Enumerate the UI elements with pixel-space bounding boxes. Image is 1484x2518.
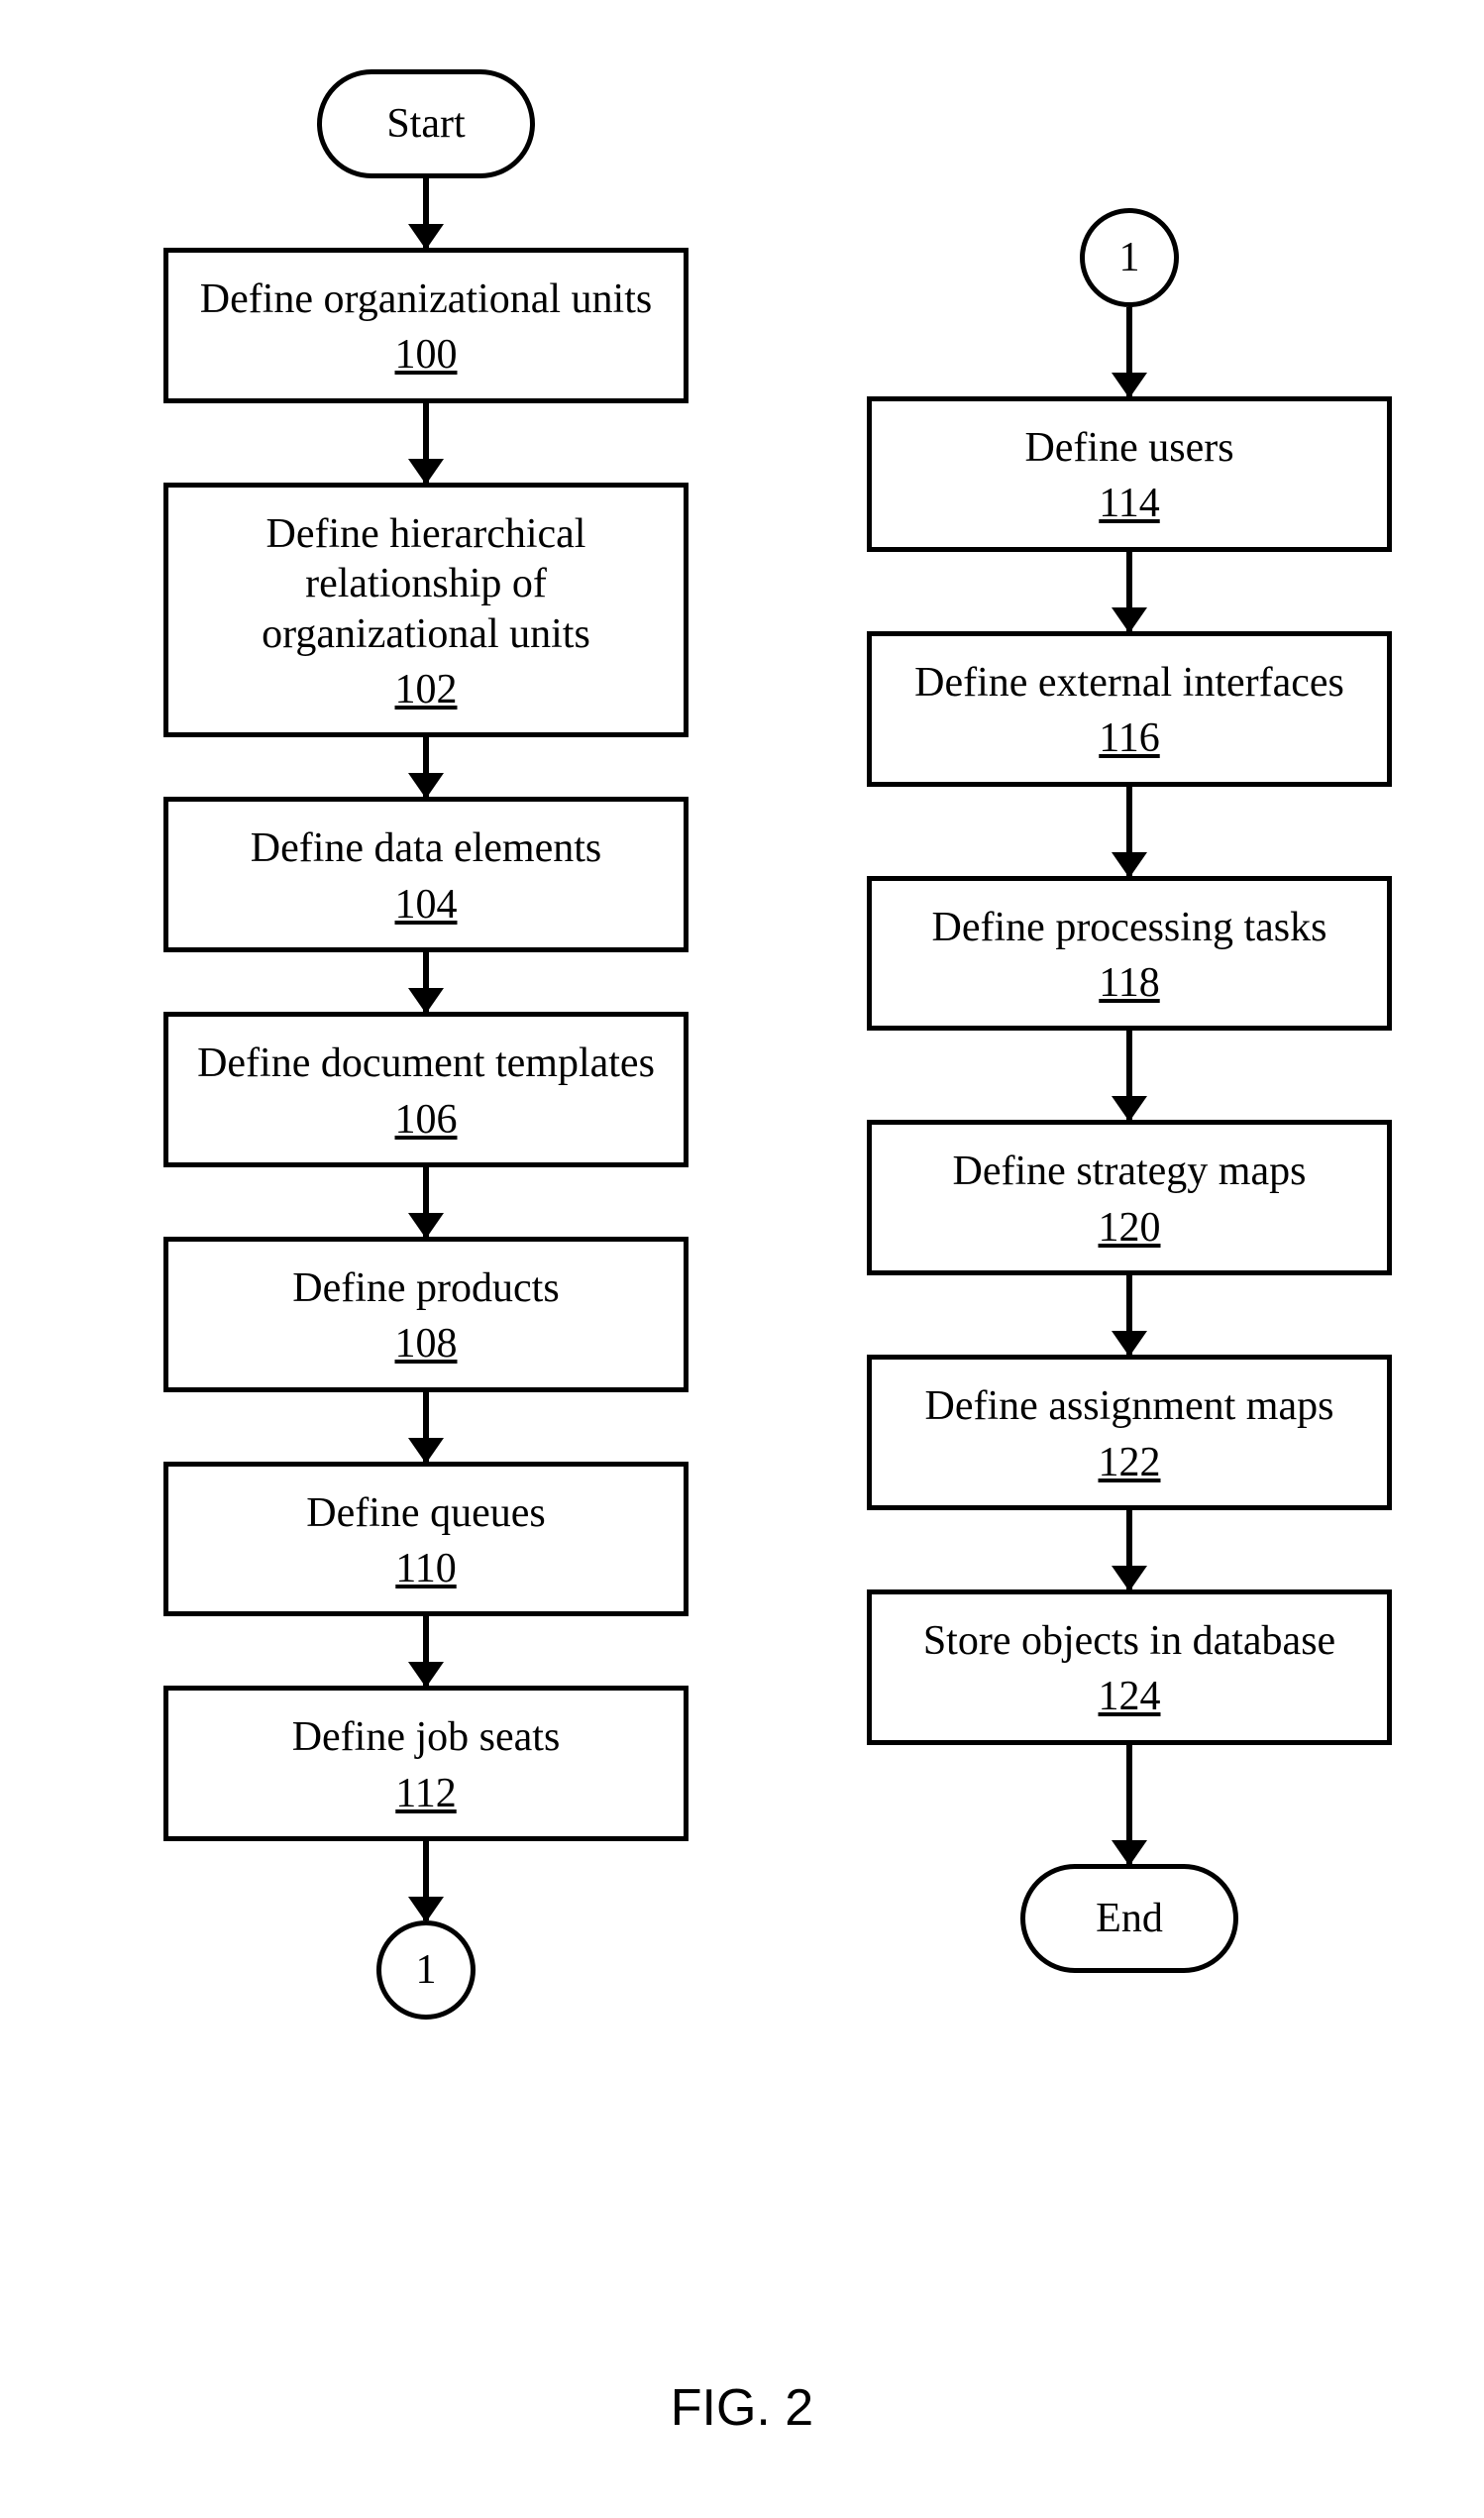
flow-arrow: [423, 1392, 429, 1462]
flow-arrow: [1126, 1275, 1132, 1355]
flow-arrow: [423, 952, 429, 1012]
flow-arrow: [423, 178, 429, 248]
flow-arrow: [423, 1167, 429, 1237]
step-label: Define job seats: [292, 1712, 561, 1762]
flow-arrow: [423, 403, 429, 483]
flow-arrow: [1126, 307, 1132, 396]
flow-arrow: [1126, 787, 1132, 876]
step-label: Define external interfaces: [914, 658, 1344, 708]
flow-arrow: [423, 1616, 429, 1686]
process-step: Store objects in database 124: [867, 1589, 1392, 1745]
flow-column-right: 1 Define users 114 Define external inter…: [852, 208, 1407, 1973]
process-step: Define assignment maps 122: [867, 1355, 1392, 1510]
step-ref: 100: [395, 330, 458, 380]
flowchart-figure: Start Define organizational units 100 De…: [0, 0, 1484, 2518]
step-ref: 120: [1099, 1203, 1161, 1253]
step-ref: 122: [1099, 1438, 1161, 1487]
step-label: Define users: [1024, 423, 1233, 473]
flow-column-left: Start Define organizational units 100 De…: [149, 69, 703, 2020]
terminator-end: End: [1020, 1864, 1238, 1973]
step-ref: 108: [395, 1319, 458, 1368]
flow-arrow: [1126, 1031, 1132, 1120]
off-page-connector: 1: [1080, 208, 1179, 307]
process-step: Define document templates 106: [163, 1012, 689, 1167]
step-ref: 114: [1099, 479, 1159, 528]
step-ref: 106: [395, 1095, 458, 1145]
process-step: Define data elements 104: [163, 797, 689, 952]
process-step: Define external interfaces 116: [867, 631, 1392, 787]
process-step: Define products 108: [163, 1237, 689, 1392]
step-label: Define organizational units: [200, 274, 652, 324]
step-ref: 104: [395, 880, 458, 930]
process-step: Define queues 110: [163, 1462, 689, 1617]
step-label: Define assignment maps: [925, 1381, 1334, 1431]
flow-arrow: [423, 1841, 429, 1920]
step-ref: 110: [395, 1544, 456, 1593]
flow-arrow: [1126, 1745, 1132, 1864]
step-label: Define hierarchical relationship of orga…: [188, 509, 664, 659]
step-label: Define products: [292, 1263, 559, 1313]
step-label: Define processing tasks: [932, 903, 1327, 952]
figure-caption: FIG. 2: [0, 2378, 1484, 2438]
terminator-start: Start: [317, 69, 535, 178]
process-step: Define job seats 112: [163, 1686, 689, 1841]
process-step: Define users 114: [867, 396, 1392, 552]
step-ref: 112: [395, 1769, 456, 1818]
step-label: Define data elements: [251, 823, 602, 873]
step-label: Define queues: [306, 1488, 545, 1538]
process-step: Define hierarchical relationship of orga…: [163, 483, 689, 738]
step-ref: 118: [1099, 958, 1159, 1008]
step-ref: 124: [1099, 1672, 1161, 1721]
flow-arrow: [1126, 1510, 1132, 1589]
process-step: Define organizational units 100: [163, 248, 689, 403]
flow-arrow: [423, 737, 429, 797]
off-page-connector: 1: [376, 1920, 476, 2020]
step-label: Store objects in database: [923, 1616, 1335, 1666]
process-step: Define strategy maps 120: [867, 1120, 1392, 1275]
flow-arrow: [1126, 552, 1132, 631]
step-ref: 116: [1099, 713, 1159, 763]
step-label: Define strategy maps: [953, 1147, 1307, 1196]
step-label: Define document templates: [197, 1039, 655, 1088]
process-step: Define processing tasks 118: [867, 876, 1392, 1032]
step-ref: 102: [395, 665, 458, 714]
